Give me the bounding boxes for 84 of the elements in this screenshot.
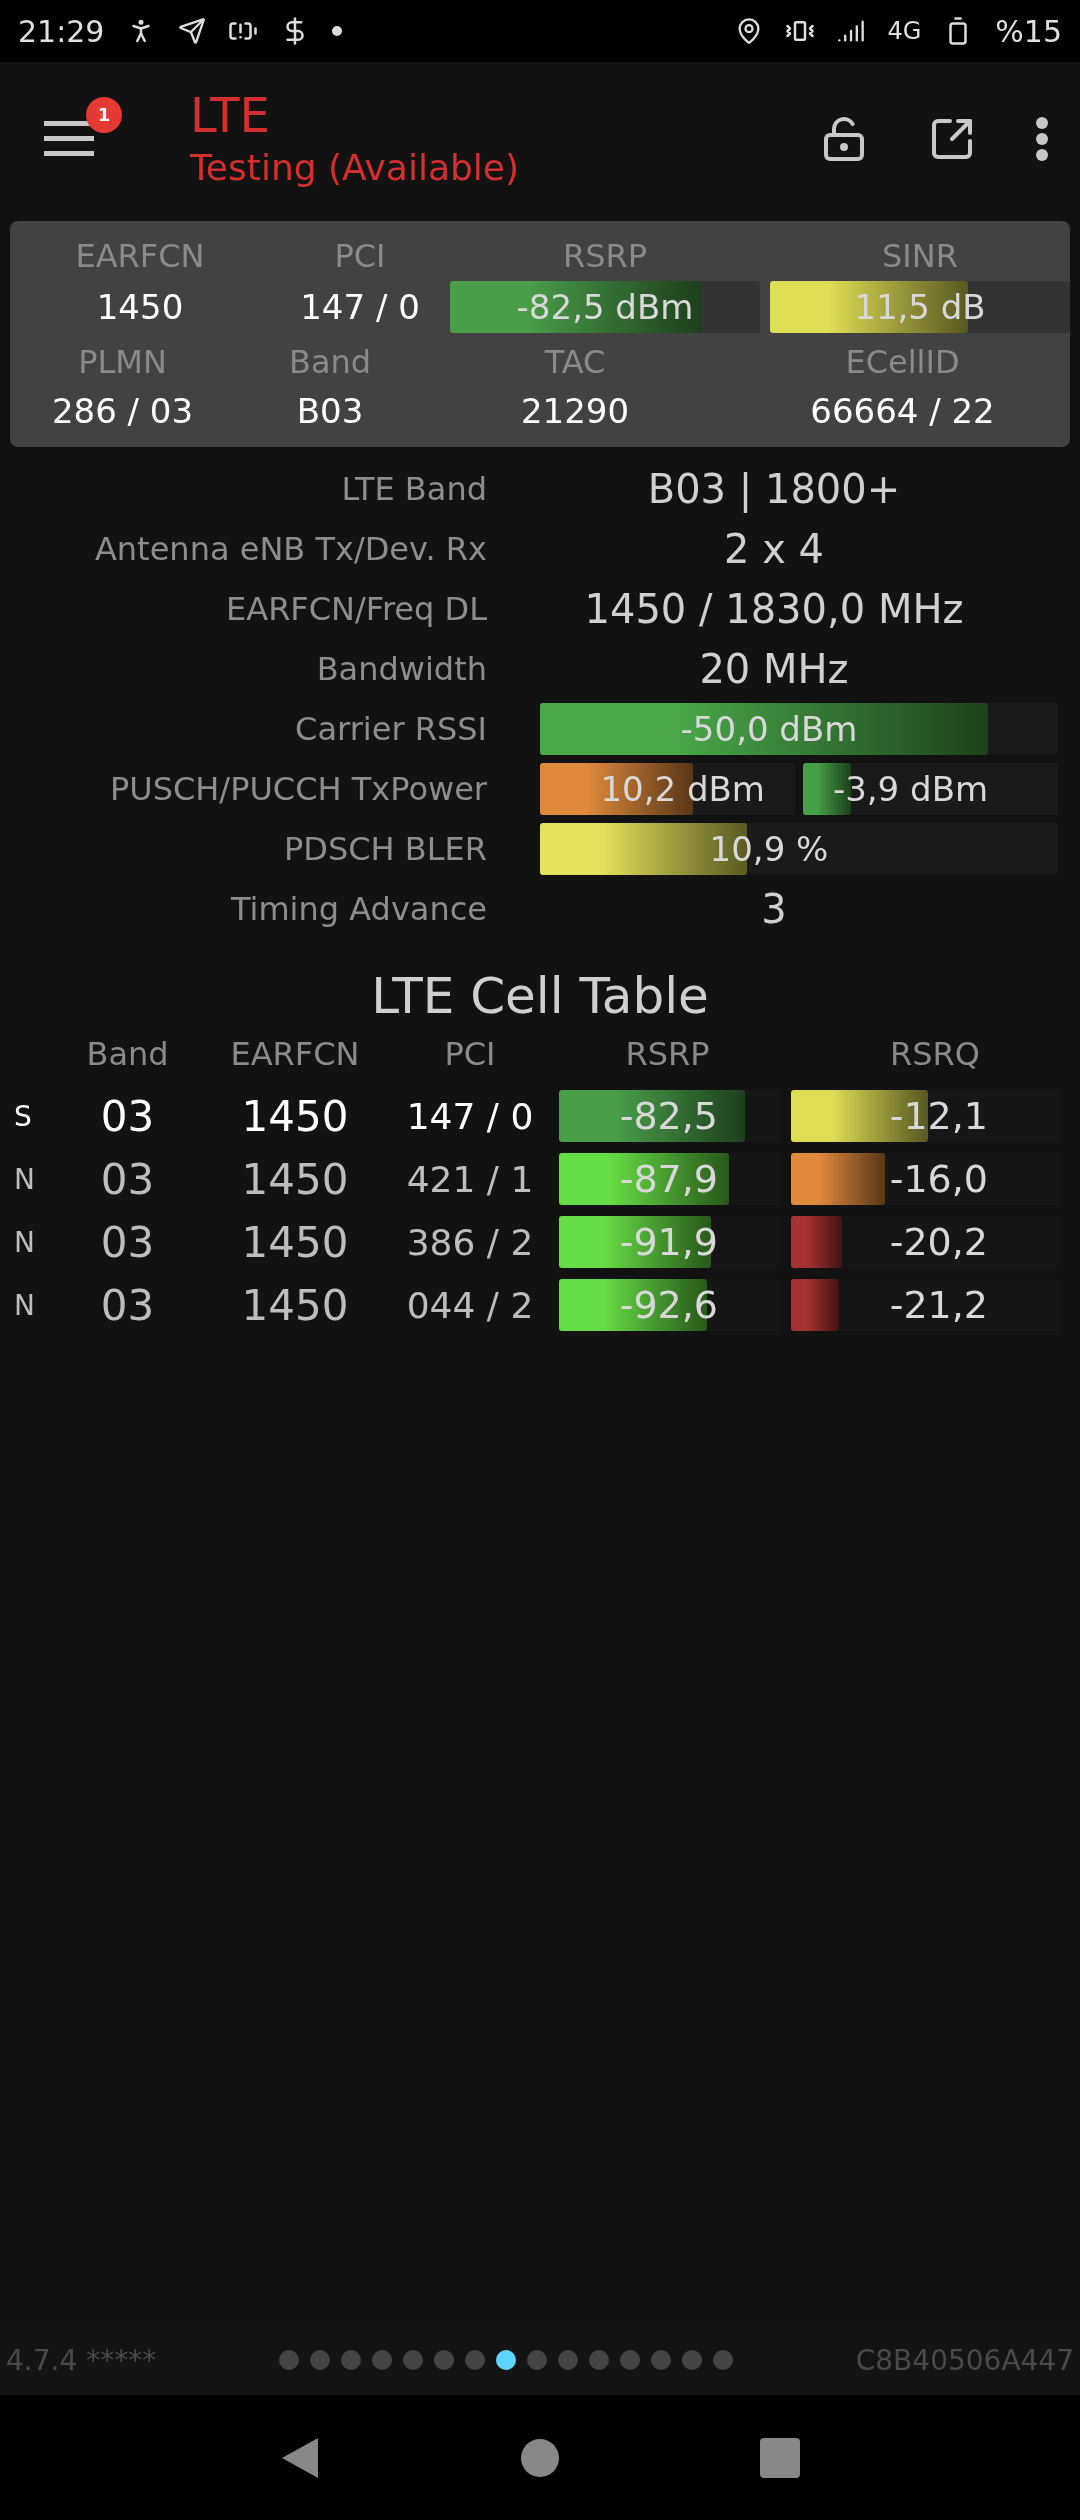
page-indicator-dot[interactable] [433, 2350, 454, 2370]
cell-type: S [13, 1099, 33, 1133]
bar-value: -87,9 [619, 1157, 719, 1201]
page-indicator-dot[interactable] [371, 2350, 392, 2370]
summary-label: EARFCN [74, 236, 206, 277]
table-cell-text: 147 / 0 [405, 1095, 535, 1137]
detail-value: 20 MHz [698, 646, 850, 692]
detail-label: Antenna eNB Tx/Dev. Rx [93, 530, 487, 568]
table-title: LTE Cell Table [370, 967, 710, 1025]
detail-label: PUSCH/PUCCH TxPower [108, 770, 487, 808]
table-cell-text: 03 [99, 1280, 156, 1330]
page-indicator-dot[interactable] [619, 2350, 640, 2370]
table-cell-text: 1450 [240, 1154, 350, 1204]
table-cell-text: 1450 [240, 1280, 350, 1330]
column-header: RSRP [624, 1034, 711, 1075]
screen-title: LTE [190, 88, 271, 142]
summary-label: Band [287, 342, 373, 383]
bar-value: 10,9 % [709, 829, 830, 869]
dot-icon [332, 26, 343, 36]
bar-value: -82,5 [619, 1094, 719, 1138]
summary-value: 21290 [519, 390, 631, 433]
detail-value: 2 x 4 [723, 526, 825, 572]
page-indicator-dot[interactable] [588, 2350, 609, 2370]
table-cell-text: 03 [99, 1217, 156, 1267]
summary-label: SINR [881, 236, 959, 277]
detail-label: Timing Advance [229, 890, 487, 928]
bar-value: 10,2 dBm [600, 769, 766, 809]
table-cell-text: 03 [99, 1154, 156, 1204]
status-time: 21:29 [18, 13, 105, 49]
bar-value: -82,5 dBm [516, 287, 694, 327]
detail-value: B03 | 1800+ [646, 466, 902, 512]
page-indicator-dot[interactable] [681, 2350, 702, 2370]
battery-percent: %15 [995, 13, 1062, 49]
bar-value: -20,2 [889, 1220, 989, 1264]
summary-label: TAC [543, 342, 607, 383]
summary-label: ECellID [844, 342, 961, 383]
page-indicator-dot[interactable] [650, 2350, 671, 2370]
detail-label: EARFCN/Freq DL [225, 590, 487, 628]
summary-value: B03 [295, 390, 365, 433]
summary-value: 147 / 0 [299, 286, 421, 329]
column-header: Band [85, 1034, 170, 1075]
table-cell-text: 044 / 2 [405, 1284, 535, 1326]
cell-type: N [13, 1162, 36, 1196]
page-indicator-dot[interactable] [402, 2350, 423, 2370]
table-cell-text: 1450 [240, 1091, 350, 1141]
table-cell-text: 421 / 1 [405, 1158, 535, 1200]
summary-value: 66664 / 22 [809, 390, 996, 433]
detail-value: 1450 / 1830,0 MHz [583, 586, 965, 632]
page-indicator-dot[interactable] [712, 2350, 733, 2370]
summary-label: PCI [333, 236, 387, 277]
column-header: PCI [443, 1034, 497, 1075]
page-indicator-dot[interactable] [309, 2350, 330, 2370]
detail-label: LTE Band [340, 470, 487, 508]
detail-label: PDSCH BLER [282, 830, 487, 868]
paper-plane-icon [178, 17, 207, 45]
page-indicator-dot[interactable] [557, 2350, 578, 2370]
screen-subtitle: Testing (Available) [190, 147, 520, 189]
bar-value: -16,0 [889, 1157, 989, 1201]
bar-value: -3,9 dBm [832, 769, 990, 809]
bar-value: -21,2 [889, 1283, 989, 1327]
cell-type: N [13, 1225, 36, 1259]
table-cell-text: 03 [99, 1091, 156, 1141]
bar-value: -50,0 dBm [680, 709, 859, 749]
summary-label: RSRP [561, 236, 649, 277]
bar-value: 11,5 dB [854, 287, 986, 327]
page-indicator-dot[interactable] [278, 2350, 299, 2370]
summary-value: 1450 [95, 286, 185, 329]
summary-label: PLMN [77, 342, 168, 383]
column-header: RSRQ [889, 1034, 981, 1075]
detail-label: Carrier RSSI [294, 710, 487, 748]
detail-label: Bandwidth [315, 650, 487, 688]
page-indicator-dot[interactable] [495, 2350, 516, 2370]
table-cell-text: 1450 [240, 1217, 350, 1267]
page-indicator-dot[interactable] [464, 2350, 485, 2370]
cell-type: N [13, 1288, 36, 1322]
table-cell-text: 386 / 2 [405, 1221, 535, 1263]
page-indicator-dot[interactable] [340, 2350, 361, 2370]
summary-value: 286 / 03 [50, 390, 195, 433]
column-header: EARFCN [229, 1034, 361, 1075]
more-options-icon [1036, 116, 1048, 161]
detail-value: 3 [760, 886, 788, 932]
page-indicator-dot[interactable] [526, 2350, 547, 2370]
notification-badge: 1 [86, 96, 122, 133]
network-type: 4G [887, 17, 922, 45]
